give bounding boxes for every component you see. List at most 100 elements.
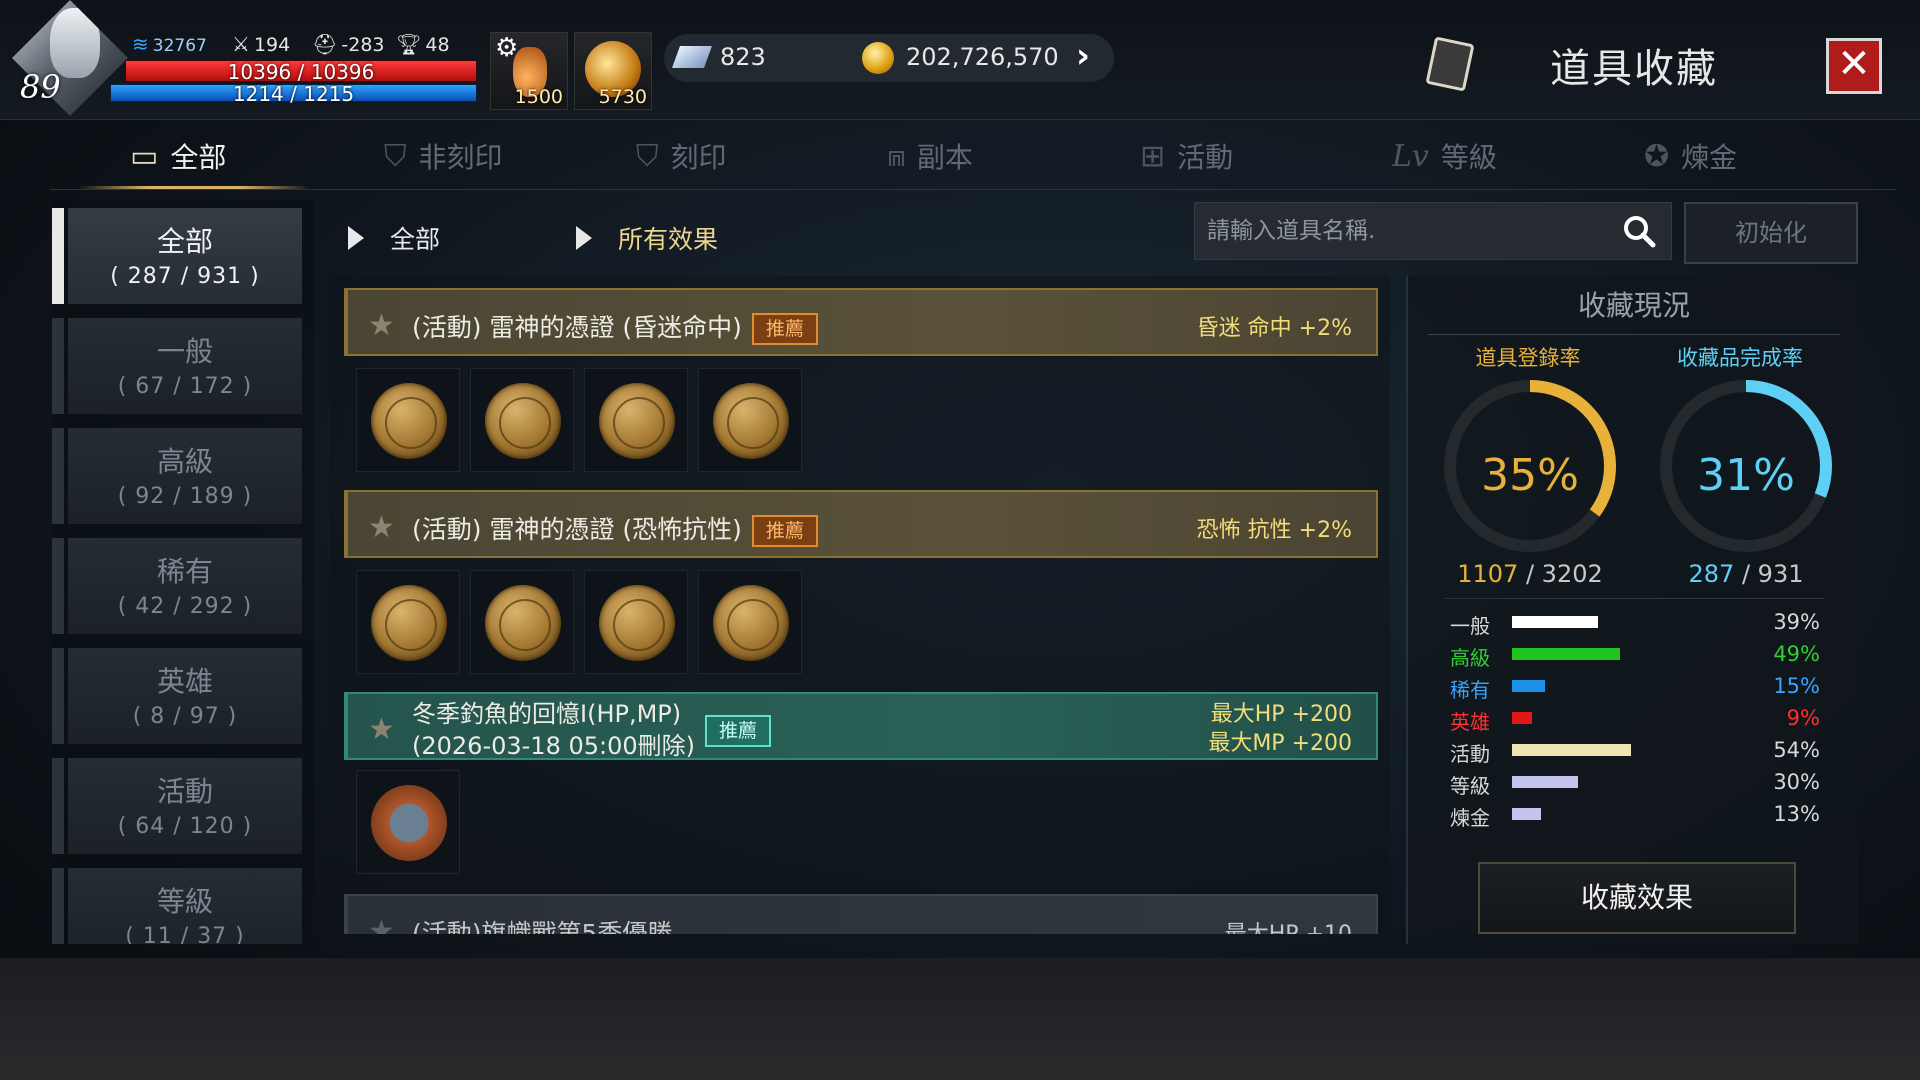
tab-alchemy[interactable]: ✪ 煉金: [1644, 122, 1737, 190]
star-icon[interactable]: ★: [368, 712, 395, 747]
category-advanced[interactable]: 高級 ( 92 / 189 ): [52, 428, 302, 524]
grade-bar-fill: [1512, 712, 1532, 724]
coin-icon: [599, 383, 675, 459]
grade-percent: 49%: [1773, 642, 1820, 666]
category-normal[interactable]: 一般 ( 67 / 172 ): [52, 318, 302, 414]
category-rare[interactable]: 稀有 ( 42 / 292 ): [52, 538, 302, 634]
tab-engraved[interactable]: ⛉ 刻印: [636, 122, 727, 190]
mp-text: 1214 / 1215: [232, 82, 355, 106]
item-slot[interactable]: [584, 368, 688, 472]
item-slot[interactable]: [470, 570, 574, 674]
grade-name: 活動: [1450, 742, 1490, 766]
top-bar: 89 ≋ 32767 ⚔ 194 ⛑ -283 🏆︎ 48 10396 / 10396 …: [0, 0, 1920, 120]
item-slot[interactable]: [470, 368, 574, 472]
item-slot[interactable]: [698, 368, 802, 472]
item-slot[interactable]: [356, 368, 460, 472]
star-icon[interactable]: ★: [368, 308, 395, 343]
stat-defense-value: -283: [341, 34, 385, 56]
item-name: (活動) 雷神的憑證 (昏迷命中) 推薦: [412, 308, 818, 345]
search-icon[interactable]: [1619, 211, 1659, 251]
leaf-count: 5730: [598, 86, 647, 108]
complete-total: 931: [1757, 560, 1804, 588]
tab-bar: ▭ 全部 ⛉ 非刻印 ⛉ 刻印 ⩎ 副本 ⊞ 活動 Lv 等級 ✪ 煉金: [50, 122, 1896, 190]
item-slot[interactable]: [356, 570, 460, 674]
tab-label: 全部: [170, 141, 227, 174]
grade-percent: 13%: [1773, 802, 1820, 826]
grade-bar-track: [1512, 712, 1732, 724]
grade-bar-fill: [1512, 808, 1541, 820]
grade-row: 煉金 13%: [1450, 802, 1830, 830]
grade-name: 高級: [1450, 646, 1490, 670]
category-count: ( 287 / 931 ): [110, 264, 260, 289]
register-total: 3202: [1541, 560, 1603, 588]
quick-slot-potion[interactable]: ⚙ 1500: [490, 32, 568, 110]
item-row-header[interactable]: ★ (活動) 雷神的憑證 (恐怖抗性) 推薦 恐怖 抗性 +2%: [344, 490, 1378, 558]
star-icon[interactable]: ★: [368, 914, 395, 934]
item-row-header[interactable]: ★ (活動) 雷神的憑證 (昏迷命中) 推薦 昏迷 命中 +2%: [344, 288, 1378, 356]
search-box: [1194, 202, 1672, 260]
item-effect: 最大HP +200 最大MP +200: [1208, 700, 1352, 758]
tab-all[interactable]: ▭ 全部: [130, 122, 226, 190]
item-slot[interactable]: [356, 770, 460, 874]
tab-non-engraved[interactable]: ⛉ 非刻印: [384, 122, 503, 190]
collection-effect-button[interactable]: 收藏效果: [1478, 862, 1796, 934]
close-button[interactable]: ✕: [1826, 38, 1882, 94]
breadcrumb-effects[interactable]: 所有效果: [576, 220, 718, 256]
category-name: 高級: [156, 445, 213, 478]
page-title: 道具收藏: [1550, 46, 1718, 92]
alchemy-icon: ✪: [1644, 138, 1670, 174]
gift-icon: ⊞: [1140, 138, 1166, 174]
tab-dungeon[interactable]: ⩎ 副本: [888, 122, 973, 190]
grade-row: 等級 30%: [1450, 770, 1830, 798]
stat-power: ≋ 32767: [132, 32, 207, 56]
search-input[interactable]: [1207, 203, 1607, 259]
grade-bar-track: [1512, 808, 1732, 820]
quick-slot-leaf[interactable]: 5730: [574, 32, 652, 110]
category-name: 一般: [156, 335, 213, 368]
book-icon: ▭: [130, 138, 159, 174]
breadcrumb-all[interactable]: 全部: [348, 220, 440, 256]
grade-name: 一般: [1450, 614, 1490, 638]
category-all[interactable]: 全部 ( 287 / 931 ): [52, 208, 302, 304]
category-level[interactable]: 等級 ( 11 / 37 ): [52, 868, 302, 944]
coin-icon: [599, 585, 675, 661]
star-icon[interactable]: ★: [368, 510, 395, 545]
grade-bar-fill: [1512, 744, 1631, 756]
level-icon: Lv: [1392, 138, 1429, 174]
category-count: ( 67 / 172 ): [117, 374, 253, 399]
stat-defense: ⛑ -283: [312, 32, 385, 56]
tab-event[interactable]: ⊞ 活動: [1140, 122, 1233, 190]
category-name: 全部: [156, 225, 213, 258]
register-have: 1107: [1457, 560, 1519, 588]
stat-attack-value: 194: [253, 34, 291, 56]
item-row-header[interactable]: ★ 冬季釣魚的回憶I(HP,MP) (2026-03-18 05:00刪除) 推薦…: [344, 692, 1378, 760]
category-accent: [52, 868, 64, 944]
item-effect-line1: 最大HP +200: [1210, 702, 1352, 727]
item-list: ★ (活動) 雷神的憑證 (昏迷命中) 推薦 昏迷 命中 +2% ★ (活動) 雷…: [330, 276, 1390, 934]
gate-icon: ⩎: [888, 138, 905, 174]
gold-amount: 202,726,570: [906, 43, 1059, 71]
category-accent: [52, 208, 64, 304]
recommend-badge: 推薦: [751, 515, 818, 547]
reset-button[interactable]: 初始化: [1684, 202, 1858, 264]
triangle-right-icon: [348, 226, 364, 250]
category-event[interactable]: 活動 ( 64 / 120 ): [52, 758, 302, 854]
item-slot[interactable]: [698, 570, 802, 674]
tab-level[interactable]: Lv 等級: [1392, 122, 1497, 190]
complete-have: 287: [1688, 560, 1735, 588]
item-effect: 昏迷 命中 +2%: [1196, 316, 1352, 341]
chevron-right-icon[interactable]: ›: [1076, 36, 1090, 76]
category-name: 等級: [156, 885, 213, 918]
item-slot[interactable]: [584, 570, 688, 674]
tab-label: 非刻印: [418, 141, 503, 174]
item-name-text: (活動)旗幟戰第5季優勝: [412, 919, 673, 934]
grade-name: 煉金: [1450, 806, 1490, 830]
category-name: 稀有: [156, 555, 213, 588]
category-list: 全部 ( 287 / 931 ) 一般 ( 67 / 172 ) 高級 ( 92…: [52, 200, 314, 944]
crystal-amount: 823: [720, 43, 766, 71]
category-count: ( 42 / 292 ): [117, 594, 253, 619]
panel-title: 收藏現況: [1577, 289, 1690, 322]
grade-row: 活動 54%: [1450, 738, 1830, 766]
item-row-header[interactable]: ★ (活動)旗幟戰第5季優勝 最大HP +10: [344, 894, 1378, 934]
category-hero[interactable]: 英雄 ( 8 / 97 ): [52, 648, 302, 744]
